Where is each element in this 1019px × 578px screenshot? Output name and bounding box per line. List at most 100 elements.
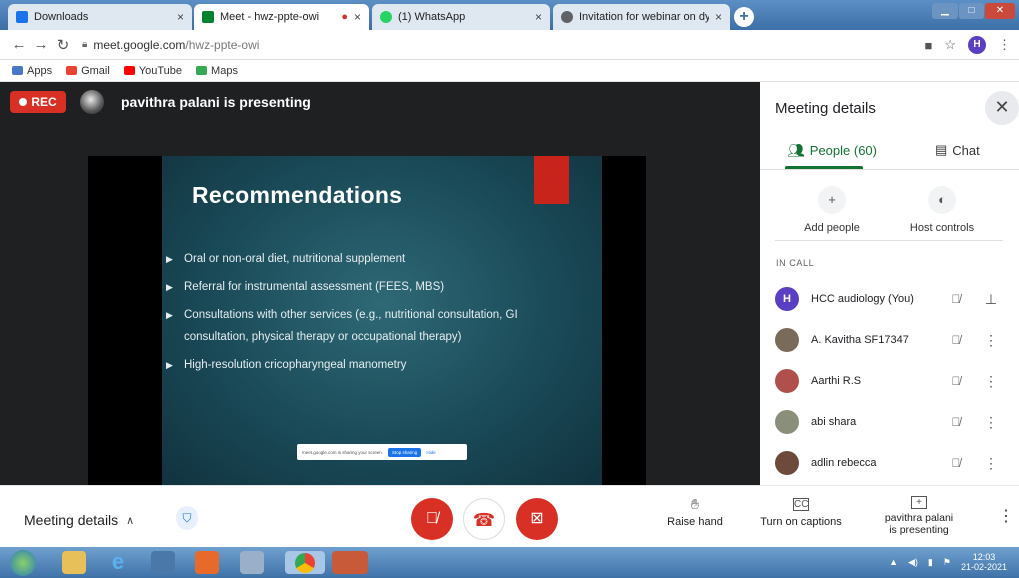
tab-webinar[interactable]: Invitation for webinar on dyspha × [553, 4, 730, 30]
hide-button[interactable]: Hide [426, 450, 435, 455]
stop-sharing-button[interactable]: Stop sharing [388, 447, 422, 457]
more-options-icon[interactable]: ⋮ [984, 332, 998, 349]
bookmark-maps[interactable]: Maps [196, 65, 238, 77]
panel-title: Meeting details [775, 100, 876, 117]
presenter-label: pavithra palani is presenting [121, 94, 311, 110]
gmail-icon [66, 66, 78, 75]
battery-icon[interactable]: ▮ [928, 557, 933, 568]
leave-call-button[interactable]: ☎ [463, 498, 505, 540]
tab-whatsapp[interactable]: (1) WhatsApp × [372, 4, 550, 30]
recording-dot-icon: ● [341, 11, 348, 23]
window-close-icon[interactable]: ✕ [985, 3, 1015, 19]
meeting-details-panel: Meeting details ✕ 👥︎ People (60) ▤ Chat … [760, 82, 1019, 485]
hang-up-icon: ☎ [472, 510, 496, 530]
profile-avatar[interactable]: H [968, 36, 986, 54]
start-button[interactable] [10, 550, 36, 576]
pin-icon[interactable]: ⊥ [984, 291, 998, 308]
participant-row[interactable]: H HCC audiology (You) 🎙̸ ⊥ [775, 287, 1015, 311]
tab-meet[interactable]: Meet - hwz-ppte-owi ● × [194, 4, 369, 30]
url-host: meet.google.com [93, 37, 186, 52]
meeting-details-toggle[interactable]: Meeting details ∧ [24, 512, 134, 528]
mic-off-icon: 🎙̸ [426, 510, 438, 527]
more-options-icon[interactable]: ⋮ [984, 455, 998, 472]
tab-chat[interactable]: ▤ Chat [935, 142, 980, 158]
globe-icon [561, 11, 573, 23]
internet-explorer-icon[interactable]: e [106, 551, 130, 574]
chrome-icon [295, 553, 315, 573]
participant-row[interactable]: abi shara 🎙̸ ⋮ [775, 410, 1015, 434]
tab-label: Meet - hwz-ppte-owi [220, 11, 320, 23]
screen: Downloads × Meet - hwz-ppte-owi ● × (1) … [0, 0, 1019, 578]
camera-toggle-button[interactable]: ⊠ [516, 498, 558, 540]
close-icon[interactable]: × [535, 10, 542, 24]
mic-off-icon: 🎙̸ [951, 415, 961, 429]
vlc-icon[interactable] [195, 551, 219, 574]
close-icon[interactable]: × [177, 10, 184, 24]
participant-row[interactable]: Aarthi R.S 🎙̸ ⋮ [775, 369, 1015, 393]
more-options-icon[interactable]: ⋮ [984, 414, 998, 431]
in-call-heading: IN CALL [776, 258, 815, 268]
participant-row[interactable]: adlin rebecca 🎙̸ ⋮ [775, 451, 1015, 475]
hand-icon: ✋︎ [691, 496, 699, 512]
raise-hand-button[interactable]: ✋︎ Raise hand [664, 496, 726, 528]
system-tray: ▲ ◀) ▮ ⚑ 12:03 21-02-2021 [889, 552, 1007, 572]
slide-title: Recommendations [192, 182, 403, 208]
file-explorer-icon[interactable] [62, 551, 86, 574]
tab-people[interactable]: 👥︎ People (60) [787, 142, 877, 159]
tray-arrow-icon[interactable]: ▲ [889, 557, 898, 567]
new-tab-button[interactable]: + [734, 7, 754, 27]
more-options-icon[interactable]: ⋮ [984, 373, 998, 390]
divider [760, 169, 1019, 170]
close-icon[interactable]: × [715, 10, 722, 24]
menu-icon[interactable]: ⋮ [998, 37, 1011, 53]
avatar [775, 328, 799, 352]
media-player-icon[interactable] [151, 551, 175, 574]
download-icon [16, 11, 28, 23]
bullet-arrow-icon: ▶ [166, 310, 173, 320]
clock[interactable]: 12:03 21-02-2021 [961, 552, 1007, 572]
chrome-taskbar-button[interactable] [285, 551, 325, 574]
presenting-button[interactable]: + pavithra palani is presenting [874, 496, 964, 536]
slide-bullets: ▶ Oral or non-oral diet, nutritional supp… [166, 248, 596, 376]
participant-name: Aarthi R.S [811, 375, 862, 387]
forward-icon[interactable]: → [30, 36, 52, 53]
participant-row[interactable]: A. Kavitha SF17347 🎙̸ ⋮ [775, 328, 1015, 352]
camera-in-use-icon[interactable]: ■ [924, 38, 932, 53]
url-field[interactable]: 🔒︎ meet.google.com/hwz-ppte-owi [82, 38, 259, 52]
mic-off-icon: 🎙̸ [951, 374, 961, 388]
meet-icon [202, 11, 214, 23]
bullet-arrow-icon: ▶ [166, 254, 173, 264]
mic-off-icon: 🎙̸ [951, 292, 961, 306]
paint-icon[interactable] [240, 551, 264, 574]
bookmark-youtube[interactable]: YouTube [123, 65, 182, 77]
slide-accent-block [534, 156, 569, 204]
add-people-button[interactable]: + Add people [787, 186, 877, 234]
close-panel-button[interactable]: ✕ [985, 91, 1019, 125]
minimize-icon[interactable]: ▁ [932, 3, 958, 19]
close-icon[interactable]: × [354, 10, 361, 24]
avatar [775, 369, 799, 393]
add-person-icon: + [818, 186, 846, 214]
camera-off-icon: ⊠ [530, 510, 544, 527]
bookmark-gmail[interactable]: Gmail [66, 65, 110, 77]
more-options-icon[interactable]: ⋮ [998, 506, 1014, 526]
captions-button[interactable]: CC Turn on captions [752, 496, 850, 528]
reload-icon[interactable]: ↻ [52, 36, 74, 54]
tab-downloads[interactable]: Downloads × [8, 4, 192, 30]
maximize-icon[interactable]: □ [959, 3, 984, 19]
powerpoint-icon[interactable] [332, 551, 368, 574]
volume-icon[interactable]: ◀) [908, 557, 918, 568]
shield-icon[interactable]: ⛉ [176, 506, 198, 530]
host-controls-button[interactable]: ◐ Host controls [897, 186, 987, 234]
mic-toggle-button[interactable]: 🎙̸ [411, 498, 453, 540]
star-icon[interactable]: ☆ [944, 37, 956, 53]
bookmark-apps[interactable]: Apps [12, 65, 52, 77]
back-icon[interactable]: ← [8, 36, 30, 53]
network-icon[interactable]: ⚑ [943, 557, 951, 568]
toggle-icon: ◐ [928, 186, 956, 214]
presentation-stage: REC pavithra palani is presenting Recomm… [0, 82, 760, 485]
bookmarks-bar: Apps Gmail YouTube Maps [0, 60, 1019, 82]
participant-name: HCC audiology (You) [811, 293, 914, 305]
record-dot-icon [19, 98, 28, 106]
participant-name: adlin rebecca [811, 457, 877, 469]
